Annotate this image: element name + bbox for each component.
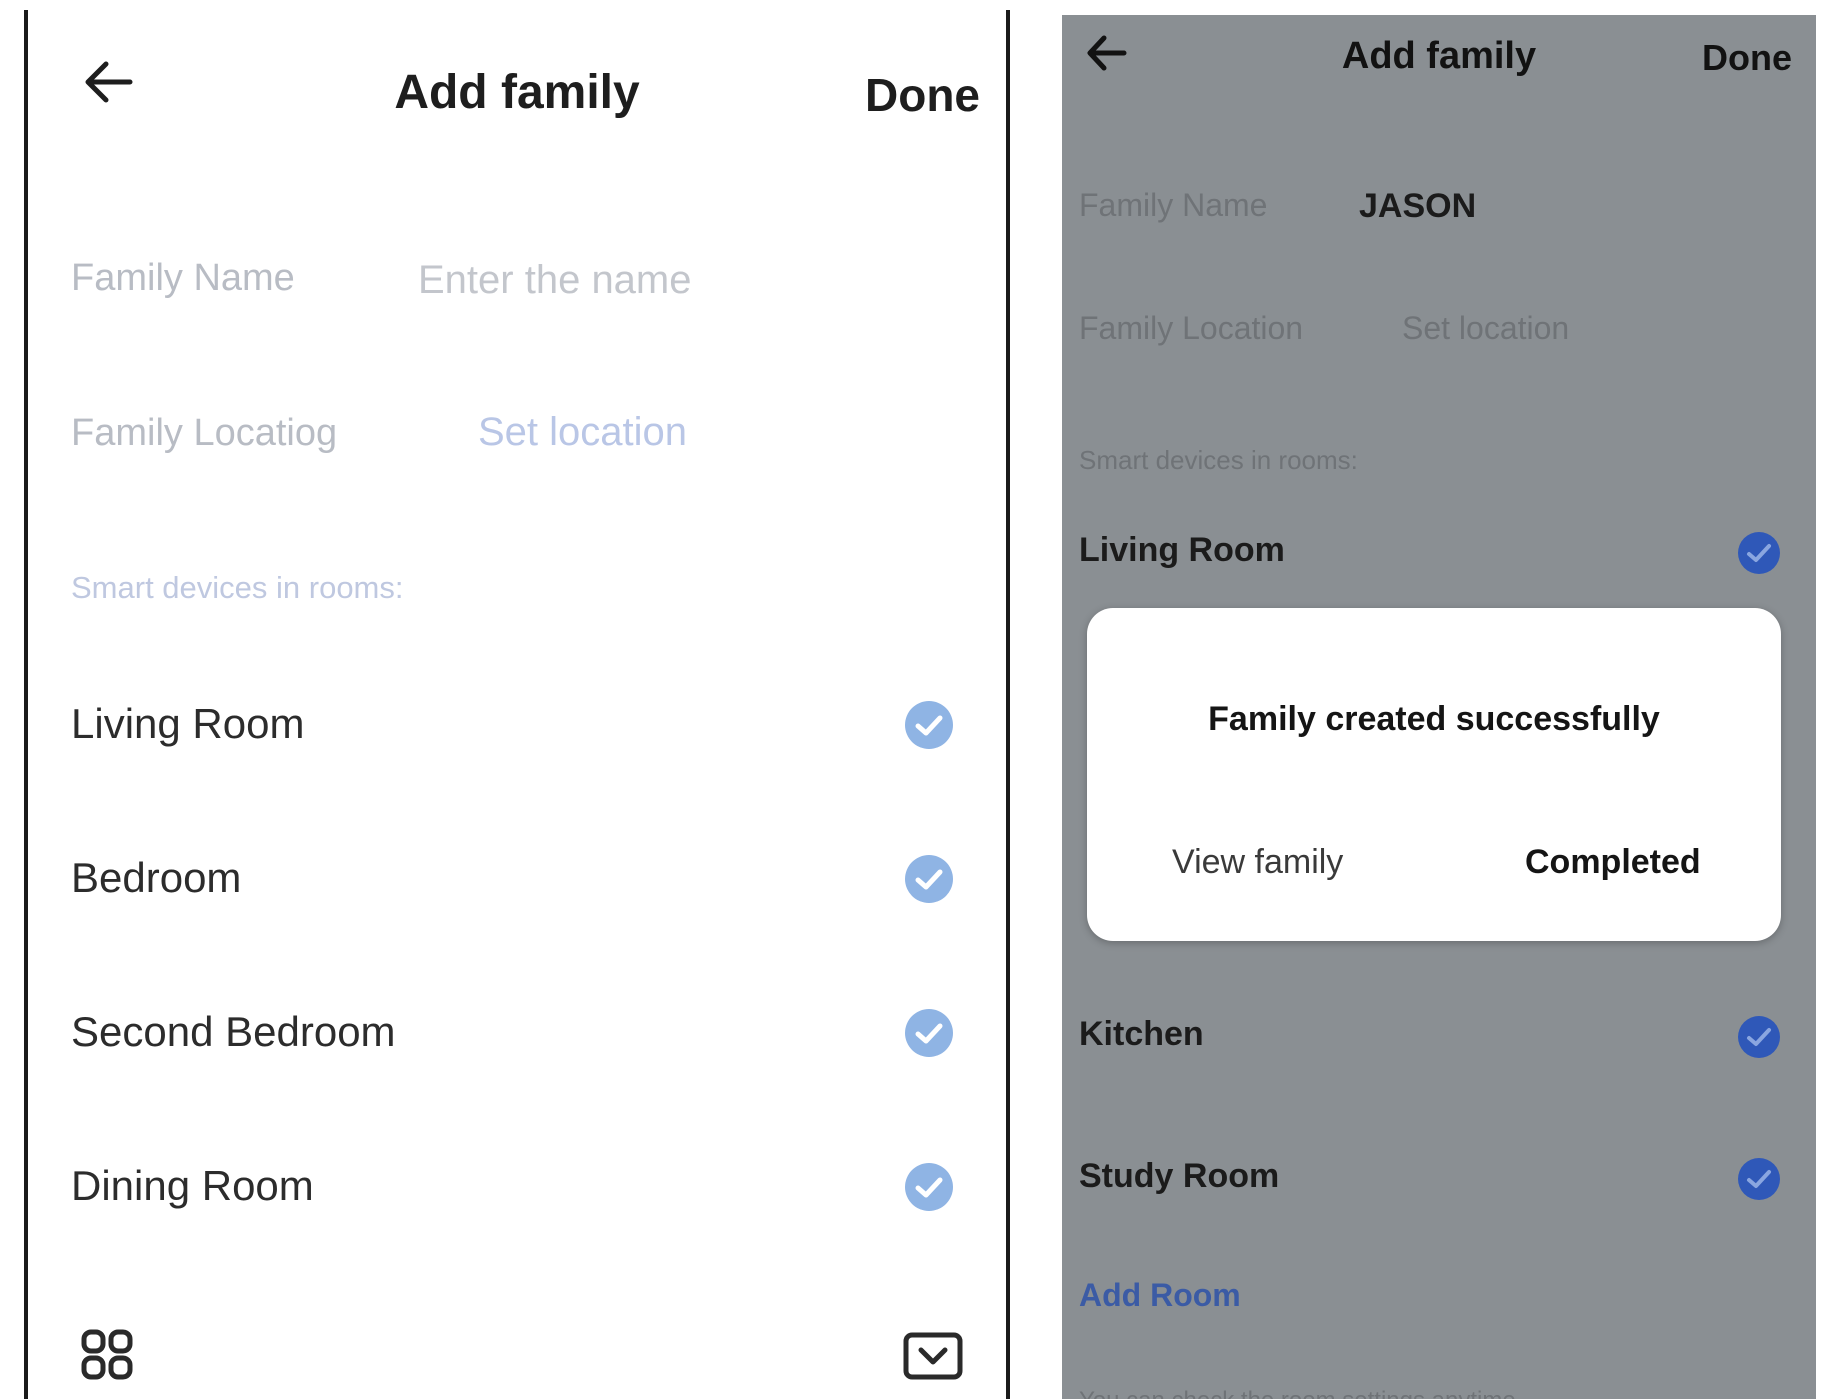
check-circle-icon[interactable] bbox=[1737, 531, 1781, 575]
check-circle-icon[interactable] bbox=[904, 1008, 954, 1058]
room-name: Dining Room bbox=[71, 1162, 314, 1209]
keyboard-hide-icon[interactable] bbox=[903, 1332, 963, 1380]
room-item-second-bedroom[interactable]: Second Bedroom bbox=[30, 990, 1004, 1070]
check-circle-icon[interactable] bbox=[904, 700, 954, 750]
page-title: Add family bbox=[394, 66, 640, 119]
check-circle-icon[interactable] bbox=[904, 854, 954, 904]
footer-hint: You can check the room settings anytime bbox=[1079, 1387, 1516, 1399]
family-name-label: Family Name bbox=[1079, 187, 1268, 223]
center-divider-line bbox=[1006, 10, 1010, 1399]
family-name-value[interactable]: JASON bbox=[1359, 187, 1476, 226]
check-circle-icon[interactable] bbox=[1737, 1157, 1781, 1201]
room-item-living-room[interactable]: Living Room bbox=[30, 682, 1004, 762]
check-circle-icon[interactable] bbox=[1737, 1015, 1781, 1059]
dialog-message: Family created successfully bbox=[1208, 700, 1660, 738]
family-location-label: Family Location bbox=[1079, 310, 1304, 346]
room-name-kitchen[interactable]: Kitchen bbox=[1079, 1015, 1204, 1054]
done-button[interactable]: Done bbox=[865, 68, 980, 122]
add-family-screen: Add family Done Family Name Family Locat… bbox=[30, 10, 1004, 1399]
section-label: Smart devices in rooms: bbox=[71, 570, 404, 605]
room-item-bedroom[interactable]: Bedroom bbox=[30, 836, 1004, 916]
set-location-link[interactable]: Set location bbox=[478, 410, 687, 455]
room-name: Living Room bbox=[71, 700, 305, 747]
done-button[interactable]: Done bbox=[1702, 37, 1792, 79]
family-name-label: Family Name bbox=[71, 257, 295, 299]
success-dialog: Family created successfully View family … bbox=[1087, 608, 1781, 941]
completed-button[interactable]: Completed bbox=[1525, 843, 1701, 882]
left-border-line bbox=[24, 10, 28, 1399]
check-circle-icon[interactable] bbox=[904, 1162, 954, 1212]
room-name-study-room[interactable]: Study Room bbox=[1079, 1157, 1279, 1196]
family-location-label: Family Locatiog bbox=[71, 412, 338, 454]
room-name-living-room[interactable]: Living Room bbox=[1079, 531, 1285, 570]
family-name-input[interactable] bbox=[418, 255, 938, 305]
room-name: Bedroom bbox=[71, 854, 242, 901]
set-location-link[interactable]: Set location bbox=[1402, 310, 1569, 347]
add-room-link[interactable]: Add Room bbox=[1079, 1277, 1241, 1314]
room-name: Second Bedroom bbox=[71, 1008, 396, 1055]
section-label: Smart devices in rooms: bbox=[1079, 445, 1358, 475]
grid-icon[interactable] bbox=[80, 1328, 136, 1382]
room-item-dining-room[interactable]: Dining Room bbox=[30, 1144, 1004, 1224]
view-family-button[interactable]: View family bbox=[1172, 843, 1343, 882]
add-family-success-screen: Add family Done Family Name JASON Family… bbox=[1062, 15, 1816, 1399]
